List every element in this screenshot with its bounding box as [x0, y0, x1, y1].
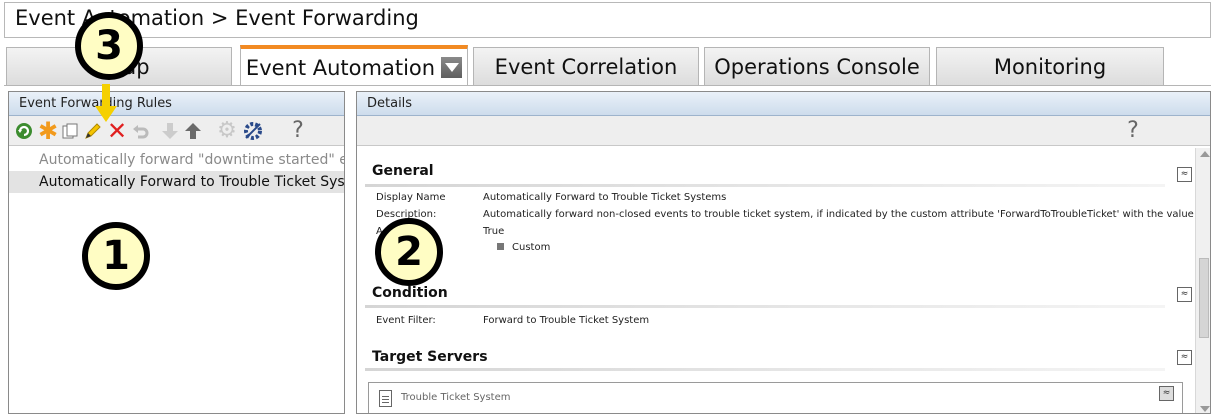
- tab-monitoring[interactable]: Monitoring: [936, 47, 1164, 86]
- custom-attribute-item: Custom: [497, 242, 550, 253]
- help-icon[interactable]: ?: [287, 120, 309, 142]
- callout-3: 3: [75, 12, 143, 80]
- collapse-target-servers-button[interactable]: ≈: [1177, 350, 1192, 365]
- document-icon: [379, 390, 392, 407]
- rules-toolbar: ✱ ✕ ⚙ ?: [9, 116, 344, 146]
- pointer-arrow-icon: [95, 84, 117, 122]
- details-panel: Details ? General ≈ Display Name Automat…: [356, 91, 1211, 414]
- section-title-target-servers: Target Servers: [372, 349, 488, 365]
- new-icon[interactable]: ✱: [37, 119, 59, 143]
- bullet-icon: [497, 243, 504, 250]
- collapse-condition-button[interactable]: ≈: [1177, 287, 1192, 302]
- scroll-up-icon[interactable]: [1200, 151, 1210, 157]
- section-title-condition: Condition: [372, 285, 448, 301]
- scroll-thumb[interactable]: [1199, 258, 1209, 338]
- config-icon[interactable]: [242, 120, 264, 142]
- description-value: Automatically forward non-closed events …: [483, 209, 1211, 220]
- callout-1: 1: [82, 222, 150, 290]
- section-title-general: General: [372, 163, 434, 179]
- custom-label: Custom: [512, 242, 551, 253]
- move-up-icon[interactable]: [182, 120, 204, 142]
- dropdown-arrow-icon[interactable]: [441, 57, 463, 78]
- title-bar: Event Automation > Event Forwarding: [4, 2, 1211, 38]
- move-down-icon[interactable]: [159, 120, 181, 142]
- section-divider: [365, 305, 1165, 308]
- tab-label: Operations Console: [714, 55, 920, 79]
- rules-panel: Event Forwarding Rules ✱ ✕ ⚙ ? Automatic…: [8, 91, 345, 414]
- tab-divider: [4, 85, 1211, 86]
- tab-label: Event Correlation: [494, 55, 678, 79]
- target-server-name: Trouble Ticket System: [401, 392, 511, 403]
- help-icon[interactable]: ?: [1122, 120, 1144, 142]
- undo-icon[interactable]: [130, 120, 152, 142]
- collapse-general-button[interactable]: ≈: [1177, 167, 1192, 182]
- active-value: True: [483, 226, 505, 237]
- display-name-value: Automatically Forward to Trouble Ticket …: [483, 192, 727, 203]
- copy-icon[interactable]: [59, 120, 81, 142]
- tab-label: Event Automation: [245, 55, 436, 80]
- event-filter-value: Forward to Trouble Ticket System: [483, 315, 650, 326]
- list-item[interactable]: Automatically forward "downtime started"…: [9, 149, 344, 171]
- rules-panel-header: Event Forwarding Rules: [9, 92, 344, 116]
- details-panel-header: Details: [357, 92, 1210, 116]
- details-toolbar: ?: [357, 116, 1210, 146]
- tab-event-automation[interactable]: Event Automation: [240, 45, 468, 86]
- page-title: Event Automation > Event Forwarding: [15, 6, 419, 30]
- callout-2: 2: [375, 218, 443, 286]
- expand-server-button[interactable]: ≈: [1159, 386, 1174, 401]
- section-divider: [365, 368, 1165, 371]
- tab-event-correlation[interactable]: Event Correlation: [473, 47, 699, 86]
- event-filter-label: Event Filter:: [376, 315, 436, 326]
- target-server-row[interactable]: Trouble Ticket System ≈: [368, 382, 1183, 413]
- refresh-icon[interactable]: [13, 120, 35, 142]
- list-item[interactable]: Automatically Forward to Trouble Ticket …: [9, 171, 344, 193]
- tab-operations-console[interactable]: Operations Console: [704, 47, 930, 86]
- settings-icon[interactable]: ⚙: [216, 120, 238, 142]
- details-body: General ≈ Display Name Automatically For…: [357, 148, 1211, 413]
- scroll-down-icon[interactable]: [1200, 406, 1210, 412]
- details-scrollbar[interactable]: [1195, 148, 1210, 413]
- tab-label: Monitoring: [993, 55, 1107, 79]
- display-name-label: Display Name: [376, 192, 446, 203]
- section-divider: [365, 184, 1165, 187]
